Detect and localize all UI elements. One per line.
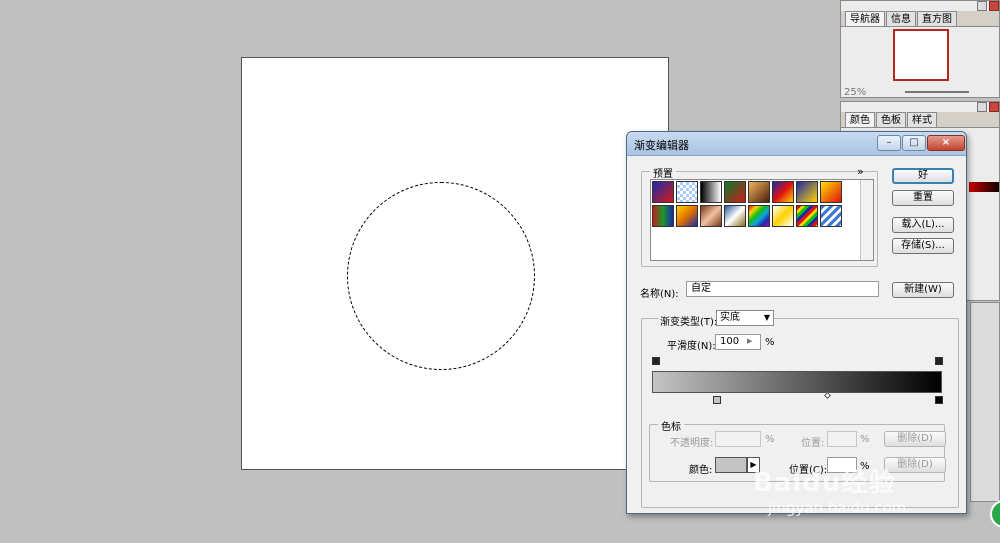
tab-styles[interactable]: 样式 bbox=[907, 112, 937, 127]
panel-close-icon[interactable] bbox=[989, 102, 999, 112]
dialog-titlebar[interactable]: 渐变编辑器 – □ × bbox=[627, 132, 966, 156]
gradient-editor-dialog: 渐变编辑器 – □ × 预置 » 好 重置 载入(L)... 存储(S)... … bbox=[626, 131, 967, 514]
opacity-unit: % bbox=[765, 434, 775, 445]
preset-swatch[interactable] bbox=[820, 181, 842, 203]
opacity-stop-right-icon[interactable] bbox=[935, 357, 943, 365]
preset-swatch[interactable] bbox=[724, 181, 746, 203]
tab-color[interactable]: 颜色 bbox=[845, 112, 875, 127]
smoothness-input[interactable]: 100 bbox=[715, 334, 761, 350]
opacity-location-input[interactable] bbox=[827, 431, 857, 447]
color-swatch[interactable] bbox=[715, 457, 747, 473]
preset-swatch[interactable] bbox=[796, 205, 818, 227]
gradient-preview-bar[interactable] bbox=[652, 371, 942, 393]
minimize-button[interactable]: – bbox=[877, 135, 901, 151]
opacity-location-label: 位置: bbox=[801, 438, 825, 449]
preset-swatch[interactable] bbox=[700, 181, 722, 203]
preset-swatch[interactable] bbox=[772, 205, 794, 227]
preset-swatch[interactable] bbox=[796, 181, 818, 203]
reset-button[interactable]: 重置 bbox=[892, 190, 954, 206]
presets-grid bbox=[650, 179, 874, 261]
panel-minimize-icon[interactable] bbox=[977, 102, 987, 112]
tab-navigator[interactable]: 导航器 bbox=[845, 11, 885, 26]
ok-button[interactable]: 好 bbox=[892, 168, 954, 184]
save-button[interactable]: 存储(S)... bbox=[892, 238, 954, 254]
presets-label: 预置 bbox=[650, 165, 676, 180]
tab-histogram[interactable]: 直方图 bbox=[917, 11, 957, 26]
preset-swatch[interactable] bbox=[748, 205, 770, 227]
tab-info[interactable]: 信息 bbox=[886, 11, 916, 26]
preset-swatch[interactable] bbox=[676, 181, 698, 203]
color-stops-label: 色标 bbox=[658, 418, 684, 433]
preset-swatch[interactable] bbox=[748, 181, 770, 203]
smoothness-unit: % bbox=[765, 337, 775, 348]
gradient-type-select[interactable]: 实底 ▼ bbox=[716, 310, 774, 326]
zoom-value[interactable]: 25% bbox=[844, 87, 866, 97]
canvas-document[interactable] bbox=[241, 57, 669, 470]
panel-minimize-icon[interactable] bbox=[977, 1, 987, 11]
panel-close-icon[interactable] bbox=[989, 1, 999, 11]
color-stop-right-icon[interactable] bbox=[935, 396, 943, 404]
load-button[interactable]: 载入(L)... bbox=[892, 217, 954, 233]
gradient-type-value: 实底 bbox=[720, 312, 740, 323]
dialog-title: 渐变编辑器 bbox=[634, 139, 689, 152]
elliptical-selection-marquee bbox=[347, 182, 535, 370]
gradient-type-label: 渐变类型(T): bbox=[658, 313, 720, 328]
zoom-slider[interactable] bbox=[905, 91, 969, 93]
preset-swatch[interactable] bbox=[652, 181, 674, 203]
color-label: 颜色: bbox=[689, 465, 713, 476]
color-stop-left-icon[interactable] bbox=[713, 396, 721, 404]
watermark-url: jingyan.baidu.com bbox=[768, 499, 907, 517]
opacity-label: 不透明度: bbox=[670, 438, 714, 449]
navigator-thumbnail[interactable] bbox=[893, 29, 949, 81]
color-ramp[interactable] bbox=[969, 182, 999, 192]
layers-panel-edge bbox=[970, 302, 1000, 502]
tab-swatches[interactable]: 色板 bbox=[876, 112, 906, 127]
name-label: 名称(N): bbox=[640, 289, 679, 300]
opacity-input[interactable] bbox=[715, 431, 761, 447]
new-button[interactable]: 新建(W) bbox=[892, 282, 954, 298]
preset-swatch[interactable] bbox=[700, 205, 722, 227]
smoothness-arrow-icon[interactable]: ▶ bbox=[747, 337, 752, 345]
preset-swatch[interactable] bbox=[820, 205, 842, 227]
preset-swatch[interactable] bbox=[652, 205, 674, 227]
preset-swatch[interactable] bbox=[772, 181, 794, 203]
smoothness-label: 平滑度(N): bbox=[667, 341, 716, 352]
opacity-stop-left-icon[interactable] bbox=[652, 357, 660, 365]
green-badge-icon bbox=[990, 500, 1000, 528]
navigator-panel: 导航器 信息 直方图 25% bbox=[840, 0, 1000, 98]
opacity-location-unit: % bbox=[860, 434, 870, 445]
close-button[interactable]: × bbox=[927, 135, 965, 151]
presets-scrollbar[interactable] bbox=[860, 180, 873, 260]
watermark-logo: Baidu经验 bbox=[753, 468, 896, 498]
opacity-delete-button[interactable]: 删除(D) bbox=[884, 431, 946, 447]
maximize-button[interactable]: □ bbox=[902, 135, 926, 151]
chevron-down-icon: ▼ bbox=[763, 313, 770, 322]
name-input[interactable]: 自定 bbox=[686, 281, 879, 297]
preset-swatch[interactable] bbox=[676, 205, 698, 227]
presets-menu-icon[interactable]: » bbox=[857, 165, 864, 178]
preset-swatch[interactable] bbox=[724, 205, 746, 227]
